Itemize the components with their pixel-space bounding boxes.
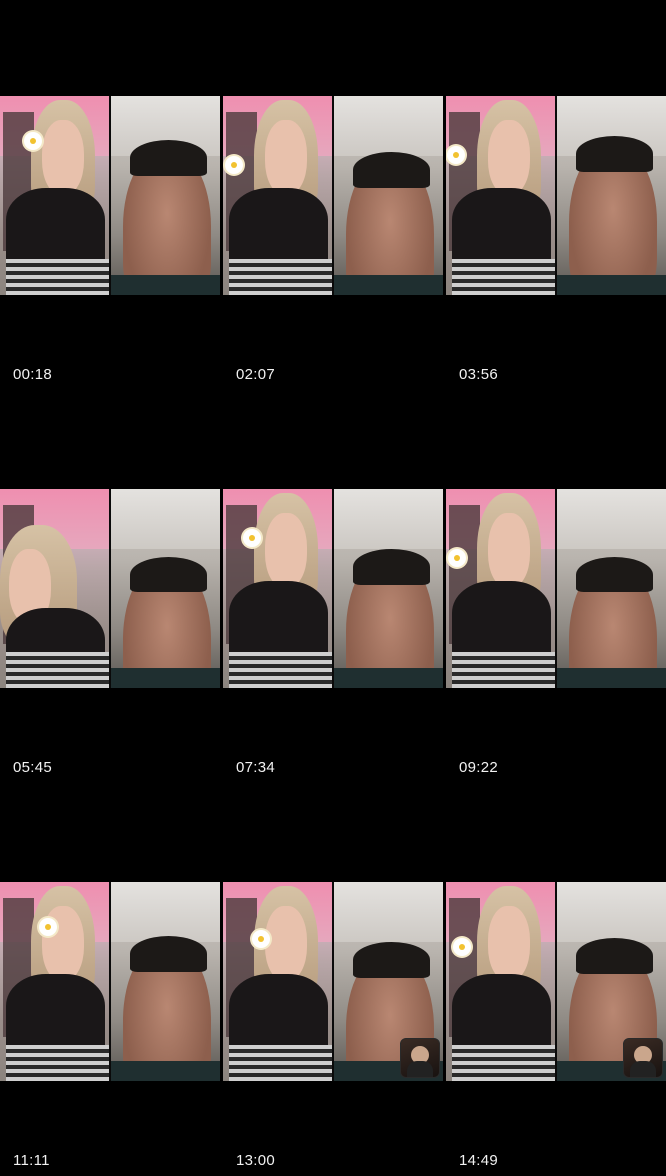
right-video-panel [333,96,443,295]
left-video-panel [223,489,333,688]
left-video-panel [0,882,110,1081]
duration-label: 13:00 [236,1152,276,1169]
flower-icon [447,145,466,164]
duration-label: 11:11 [13,1152,50,1169]
right-video-panel [556,96,666,295]
left-video-panel [223,882,333,1081]
flower-icon [251,929,270,948]
duration-label: 07:34 [236,759,276,776]
duration-label: 09:22 [459,759,499,776]
right-video-panel [110,882,220,1081]
grid-item-7[interactable]: 11:11 [0,786,220,1176]
user-thumbnail-icon[interactable] [400,1038,440,1078]
grid-item-5[interactable]: 07:34 [223,393,443,783]
right-video-panel [556,489,666,688]
left-video-panel [0,96,110,295]
video-preview [446,882,666,1081]
duration-label: 14:49 [459,1152,499,1169]
grid-item-8[interactable]: 13:00 [223,786,443,1176]
video-preview [0,882,220,1081]
left-video-panel [223,96,333,295]
user-thumbnail-icon[interactable] [623,1038,663,1078]
video-preview [223,489,443,688]
flower-icon [242,528,261,547]
video-preview [446,96,666,295]
right-video-panel [110,489,220,688]
duration-label: 02:07 [236,366,276,383]
grid-item-9[interactable]: 14:49 [446,786,666,1176]
right-video-panel [333,489,443,688]
video-preview [0,96,220,295]
video-preview [0,489,220,688]
left-video-panel [446,882,556,1081]
duration-label: 00:18 [13,366,53,383]
flower-icon [38,917,57,936]
left-video-panel [0,489,110,688]
left-video-panel [446,489,556,688]
flower-icon [448,548,467,567]
grid-item-4[interactable]: 05:45 [0,393,220,783]
flower-icon [452,937,471,956]
video-preview [223,96,443,295]
right-video-panel [110,96,220,295]
grid-item-2[interactable]: 02:07 [223,0,443,390]
duration-label: 03:56 [459,366,499,383]
video-preview [446,489,666,688]
grid-item-3[interactable]: 03:56 [446,0,666,390]
left-video-panel [446,96,556,295]
grid-item-1[interactable]: 00:18 [0,0,220,390]
flower-icon [24,131,43,150]
video-grid: 00:18 02:07 03:56 05:45 07:34 09:22 11:1… [0,0,666,1176]
video-preview [223,882,443,1081]
grid-item-6[interactable]: 09:22 [446,393,666,783]
duration-label: 05:45 [13,759,53,776]
flower-icon [225,155,244,174]
